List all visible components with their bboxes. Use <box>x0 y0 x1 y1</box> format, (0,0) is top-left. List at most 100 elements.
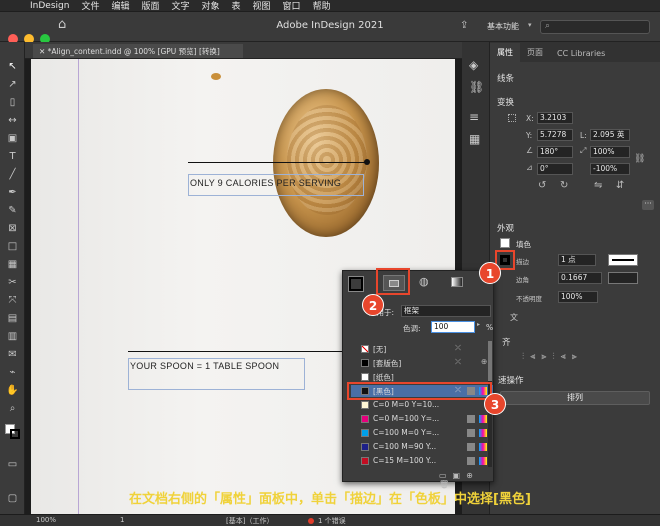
note-tool-icon[interactable]: ✉ <box>5 348 20 361</box>
eyedropper-tool-icon[interactable]: ⌁ <box>5 366 20 379</box>
close-tab-icon[interactable]: ✕ <box>39 47 48 56</box>
line-endpoint-handle[interactable] <box>364 159 370 165</box>
flip-vertical-icon[interactable]: ⇵ <box>616 180 624 191</box>
more-options-icon[interactable]: ··· <box>642 200 654 210</box>
text-frame-calories[interactable]: ONLY 9 CALORIES PER SERVING <box>188 174 364 196</box>
content-collector-icon[interactable]: ▣ <box>5 132 20 145</box>
scale-x-field[interactable]: 100% <box>590 146 630 158</box>
direct-selection-tool-icon[interactable]: ↗ <box>5 78 20 91</box>
page-number[interactable]: 1 <box>120 516 124 524</box>
peanuts-texture <box>287 105 367 215</box>
workspace-switcher[interactable]: 基本功能 <box>487 21 519 32</box>
corner-shape-dropdown[interactable] <box>608 272 638 284</box>
title-bar: ⌂ Adobe InDesign 2021 ⇪ 基本功能 ▾ ⌕ <box>0 12 660 44</box>
shear-field[interactable]: 0° <box>537 163 573 175</box>
menu-layout[interactable]: 版面 <box>141 0 159 12</box>
menu-object[interactable]: 对象 <box>202 0 220 12</box>
scissors-tool-icon[interactable]: ✂ <box>5 276 20 289</box>
stroke-weight-field[interactable]: 1 点 <box>558 254 596 266</box>
color-mode-icon[interactable]: ◍ <box>419 275 429 288</box>
x-field[interactable]: 3.2103 <box>537 112 573 124</box>
menu-table[interactable]: 表 <box>232 0 241 12</box>
tab-properties[interactable]: 属性 <box>490 43 520 62</box>
document-tab[interactable]: ✕ *Align_content.indd @ 100% [GPU 预览] [转… <box>33 44 243 58</box>
menu-window[interactable]: 窗口 <box>283 0 301 12</box>
stroke-type-dropdown[interactable] <box>608 254 638 266</box>
layers-icon[interactable]: ◈ <box>469 58 478 72</box>
stroke-swatch-icon[interactable] <box>10 429 20 439</box>
scrollbar-thumb[interactable] <box>488 341 492 381</box>
menu-help[interactable]: 帮助 <box>313 0 331 12</box>
swatch-c15-m100[interactable]: C=15 M=100 Y... <box>351 455 493 467</box>
swatch-chip <box>361 443 369 451</box>
share-icon[interactable]: ⇪ <box>460 20 468 31</box>
scale-y-field[interactable]: -100% <box>590 163 630 175</box>
spoon-text: YOUR SPOON = 1 TABLE SPOON <box>130 361 280 371</box>
apply-to-dropdown[interactable]: 框架 <box>401 305 491 317</box>
pencil-tool-icon[interactable]: ✎ <box>5 204 20 217</box>
link-scale-icon[interactable]: ⛓ <box>634 154 645 164</box>
swatch-c100-m90[interactable]: C=100 M=90 Y... <box>351 441 493 453</box>
pen-tool-icon[interactable]: ✒ <box>5 186 20 199</box>
gap-tool-icon[interactable]: ↔ <box>5 114 20 127</box>
stroke-fill-selector-icon[interactable] <box>349 277 363 291</box>
corner-size-field[interactable]: 0.1667 <box>558 272 602 284</box>
swatch-c0-m100[interactable]: C=0 M=100 Y=... <box>351 413 493 425</box>
error-count[interactable]: 1 个错误 <box>318 516 346 526</box>
tab-cc-libraries[interactable]: CC Libraries <box>550 45 612 62</box>
stroke-panel-icon[interactable]: ≡ <box>469 110 479 124</box>
swatch-c0-m0-y10[interactable]: C=0 M=0 Y=10... <box>351 399 493 411</box>
l-field[interactable]: 2.095 英 <box>590 129 630 141</box>
reference-point-icon[interactable] <box>508 114 516 122</box>
fill-color-swatch[interactable] <box>500 238 510 248</box>
rectangle-tool-icon[interactable]: □ <box>5 240 20 253</box>
selection-tool-icon[interactable]: ↖ <box>5 60 20 73</box>
zoom-level[interactable]: 100% <box>36 516 56 524</box>
chevron-down-icon[interactable]: ▾ <box>528 21 532 29</box>
rotate-ccw-icon[interactable]: ↺ <box>538 180 546 191</box>
align-buttons-icon[interactable]: ⫶⫷⫸⫶⫷⫸ <box>522 352 652 362</box>
links-icon[interactable]: ⛓ <box>469 80 484 94</box>
rotation-field[interactable]: 180° <box>537 146 573 158</box>
menu-app[interactable]: InDesign <box>30 1 69 11</box>
swatch-registration[interactable]: [套版色] ⤫ ⊕ <box>351 357 493 369</box>
rectangle-frame-tool-icon[interactable]: ⊠ <box>5 222 20 235</box>
free-transform-tool-icon[interactable]: ⤧ <box>5 294 20 307</box>
table-tool-icon[interactable]: ▦ <box>5 258 20 271</box>
swatches-panel-icon[interactable]: ▦ <box>469 132 480 146</box>
gradient-mode-icon[interactable] <box>451 277 463 287</box>
arrange-button[interactable]: 排列 <box>500 391 650 405</box>
swatch-none[interactable]: [无] ⤫ <box>351 343 493 355</box>
tint-field[interactable]: 100 <box>431 321 475 333</box>
type-tool-icon[interactable]: T <box>5 150 20 163</box>
line-tool-icon[interactable]: ╱ <box>5 168 20 181</box>
tint-stepper-icon[interactable]: ▸ <box>477 321 483 333</box>
menu-file[interactable]: 文件 <box>81 0 99 12</box>
menu-view[interactable]: 视图 <box>253 0 271 12</box>
menu-edit[interactable]: 编辑 <box>111 0 129 12</box>
screen-mode-icon[interactable]: ▭ <box>5 458 20 471</box>
selected-line[interactable] <box>188 162 366 163</box>
divider-line[interactable] <box>128 351 343 352</box>
opacity-field[interactable]: 100% <box>558 291 598 303</box>
y-field[interactable]: 5.7278 <box>537 129 573 141</box>
tint-label: 色调: <box>403 324 421 333</box>
swatch-c100-m0[interactable]: C=100 M=0 Y=... <box>351 427 493 439</box>
menu-type[interactable]: 文字 <box>171 0 189 12</box>
swatch-name: C=100 M=90 Y... <box>373 442 437 451</box>
preflight-profile[interactable]: [基本]（工作） <box>226 516 273 526</box>
step-badge-2: 2 <box>362 294 384 316</box>
page-tool-icon[interactable]: ▯ <box>5 96 20 109</box>
text-frame-spoon[interactable]: YOUR SPOON = 1 TABLE SPOON <box>128 358 305 390</box>
tab-pages[interactable]: 页面 <box>520 43 550 62</box>
gradient-tool-icon[interactable]: ▤ <box>5 312 20 325</box>
search-input[interactable]: ⌕ <box>540 20 650 34</box>
cmyk-icon <box>479 429 487 437</box>
rotate-cw-icon[interactable]: ↻ <box>560 180 568 191</box>
gradient-feather-tool-icon[interactable]: ▥ <box>5 330 20 343</box>
hand-tool-icon[interactable]: ✋ <box>5 384 20 397</box>
properties-panel: 属性 页面 CC Libraries 线条 变换 X: 3.2103 Y: 5.… <box>490 42 660 514</box>
zoom-tool-icon[interactable]: ⌕ <box>5 402 20 415</box>
cmyk-icon <box>479 443 487 451</box>
flip-horizontal-icon[interactable]: ⇋ <box>594 180 602 191</box>
